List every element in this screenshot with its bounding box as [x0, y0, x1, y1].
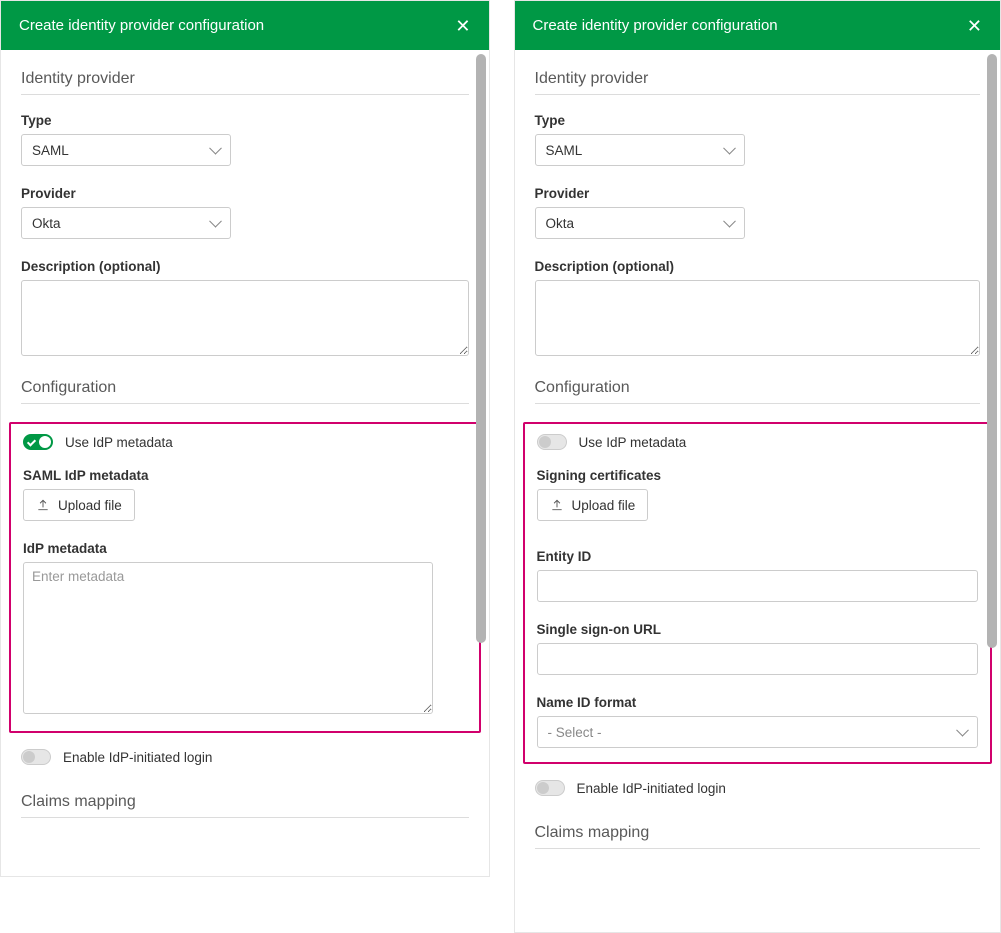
- label-name-id-format: Name ID format: [537, 695, 979, 710]
- label-description: Description (optional): [21, 259, 469, 274]
- scrollbar-track[interactable]: [476, 54, 486, 872]
- toggle-enable-idp-initiated-login[interactable]: [21, 749, 51, 765]
- toggle-use-idp-metadata[interactable]: [537, 434, 567, 450]
- select-provider[interactable]: Okta: [21, 207, 231, 239]
- upload-file-button[interactable]: Upload file: [23, 489, 135, 521]
- select-name-id-format-value: - Select -: [548, 725, 602, 740]
- dialog-header: Create identity provider configuration ✕: [515, 1, 1001, 50]
- panel-right: Create identity provider configuration ✕…: [514, 0, 1001, 933]
- label-sso-url: Single sign-on URL: [537, 622, 979, 637]
- textarea-description[interactable]: [21, 280, 469, 356]
- highlight-box: Use IdP metadata Signing certificates Up…: [523, 422, 993, 764]
- close-icon[interactable]: ✕: [455, 17, 470, 35]
- textarea-idp-metadata[interactable]: [23, 562, 433, 714]
- select-name-id-format[interactable]: - Select -: [537, 716, 979, 748]
- label-type: Type: [21, 113, 469, 128]
- scrollbar-thumb[interactable]: [987, 54, 997, 648]
- label-enable-idp-initiated-login: Enable IdP-initiated login: [577, 781, 726, 796]
- section-claims-mapping: Claims mapping: [535, 824, 981, 849]
- highlight-box: Use IdP metadata SAML IdP metadata Uploa…: [9, 422, 481, 733]
- select-provider-value: Okta: [546, 216, 575, 231]
- label-enable-idp-initiated-login: Enable IdP-initiated login: [63, 750, 212, 765]
- select-type[interactable]: SAML: [535, 134, 745, 166]
- panel-body: Identity provider Type SAML Provider Okt…: [1, 50, 489, 876]
- upload-file-button[interactable]: Upload file: [537, 489, 649, 521]
- label-use-idp-metadata: Use IdP metadata: [65, 435, 173, 450]
- scroll-area: Identity provider Type SAML Provider Okt…: [1, 50, 489, 876]
- input-entity-id[interactable]: [537, 570, 979, 602]
- dialog-title: Create identity provider configuration: [19, 17, 264, 34]
- textarea-description[interactable]: [535, 280, 981, 356]
- select-provider[interactable]: Okta: [535, 207, 745, 239]
- panel-left: Create identity provider configuration ✕…: [0, 0, 490, 877]
- panel-body: Identity provider Type SAML Provider Okt…: [515, 50, 1001, 932]
- label-description: Description (optional): [535, 259, 981, 274]
- dialog-title: Create identity provider configuration: [533, 17, 778, 34]
- toggle-enable-idp-initiated-login[interactable]: [535, 780, 565, 796]
- label-provider: Provider: [535, 186, 981, 201]
- select-type-value: SAML: [546, 143, 583, 158]
- label-signing-certificates: Signing certificates: [537, 468, 979, 483]
- section-configuration: Configuration: [21, 379, 469, 404]
- input-sso-url[interactable]: [537, 643, 979, 675]
- upload-file-label: Upload file: [572, 498, 636, 513]
- select-type[interactable]: SAML: [21, 134, 231, 166]
- section-configuration: Configuration: [535, 379, 981, 404]
- scrollbar-thumb[interactable]: [476, 54, 486, 643]
- label-use-idp-metadata: Use IdP metadata: [579, 435, 687, 450]
- close-icon[interactable]: ✕: [967, 17, 982, 35]
- select-provider-value: Okta: [32, 216, 61, 231]
- section-claims-mapping: Claims mapping: [21, 793, 469, 818]
- section-identity-provider: Identity provider: [21, 70, 469, 95]
- label-entity-id: Entity ID: [537, 549, 979, 564]
- dialog-header: Create identity provider configuration ✕: [1, 1, 489, 50]
- label-idp-metadata: IdP metadata: [23, 541, 467, 556]
- toggle-use-idp-metadata[interactable]: [23, 434, 53, 450]
- label-saml-idp-metadata: SAML IdP metadata: [23, 468, 467, 483]
- upload-icon: [36, 498, 50, 512]
- label-type: Type: [535, 113, 981, 128]
- select-type-value: SAML: [32, 143, 69, 158]
- scroll-area: Identity provider Type SAML Provider Okt…: [515, 50, 1001, 932]
- label-provider: Provider: [21, 186, 469, 201]
- upload-icon: [550, 498, 564, 512]
- scrollbar-track[interactable]: [987, 54, 997, 928]
- upload-file-label: Upload file: [58, 498, 122, 513]
- section-identity-provider: Identity provider: [535, 70, 981, 95]
